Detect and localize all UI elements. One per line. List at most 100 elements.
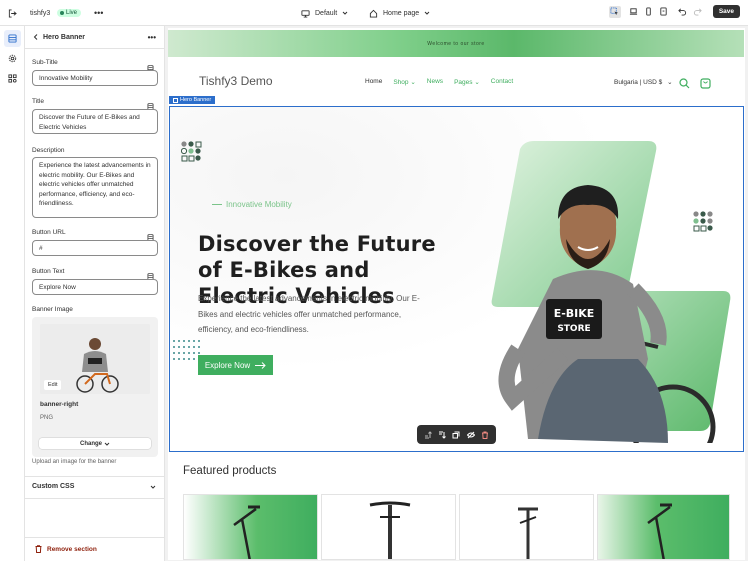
- tablet-icon: [659, 7, 668, 16]
- home-icon: [369, 9, 378, 18]
- nav-pages[interactable]: Pages ⌄: [454, 78, 480, 86]
- mobile-view-button[interactable]: [643, 6, 655, 18]
- sections-icon: [173, 97, 178, 103]
- nav-pages-label: Pages: [454, 79, 473, 86]
- save-button[interactable]: Save: [712, 5, 740, 18]
- hero-subtitle-text: Innovative Mobility: [226, 200, 292, 209]
- left-rail: [0, 26, 25, 561]
- theme-selector[interactable]: Default: [301, 0, 348, 26]
- subtitle-input[interactable]: Innovative Mobility: [32, 70, 158, 86]
- cart-icon[interactable]: [700, 76, 711, 94]
- divider: [25, 476, 165, 477]
- hero-banner-section[interactable]: Innovative Mobility Discover the Future …: [169, 106, 744, 452]
- live-dot: [60, 11, 64, 15]
- nav-news[interactable]: News: [427, 78, 443, 86]
- button-url-input[interactable]: #: [32, 240, 158, 256]
- section-tag[interactable]: Hero Banner: [169, 96, 216, 104]
- nav-home[interactable]: Home: [365, 78, 382, 86]
- custom-css-toggle[interactable]: Custom CSS: [32, 483, 74, 490]
- subtitle-label: Sub-Title: [32, 59, 58, 66]
- panel-more-button[interactable]: •••: [148, 33, 156, 42]
- image-file-name: banner-right: [40, 401, 79, 408]
- currency-label: Bulgaria | USD $: [614, 79, 663, 86]
- undo-button[interactable]: [677, 6, 689, 18]
- undo-icon: [678, 7, 687, 16]
- sections-button[interactable]: [4, 30, 21, 47]
- apps-button[interactable]: [4, 70, 21, 87]
- status-badge: Live: [57, 0, 82, 26]
- preview-canvas: Welcome to our store Tishfy3 Demo Home S…: [168, 28, 745, 560]
- banner-image-picker: Edit banner-right PNG Change: [32, 317, 158, 457]
- move-up-icon[interactable]: [424, 426, 432, 444]
- hero-description: Experience the latest advancements in el…: [198, 294, 420, 334]
- explore-now-button[interactable]: Explore Now: [198, 355, 273, 375]
- button-text-label: Button Text: [32, 268, 65, 275]
- panel-header: Hero Banner •••: [25, 26, 165, 49]
- redo-button[interactable]: [692, 6, 704, 18]
- product-card[interactable]: [183, 494, 318, 560]
- search-icon[interactable]: [679, 76, 690, 94]
- button-url-label: Button URL: [32, 229, 66, 236]
- banner-thumbnail: Edit: [40, 324, 150, 394]
- section-toolbar: [417, 425, 496, 444]
- remove-section-button[interactable]: Remove section: [35, 545, 97, 553]
- laptop-icon: [629, 7, 638, 16]
- shirt-text-2: STORE: [557, 324, 590, 334]
- change-label: Change: [79, 440, 102, 447]
- store-name: tishfy3: [30, 9, 51, 17]
- nav-shop[interactable]: Shop ⌄: [393, 78, 415, 86]
- duplicate-icon[interactable]: [452, 426, 460, 444]
- section-settings-panel: Hero Banner ••• Sub-Title Innovative Mob…: [25, 26, 165, 561]
- theme-settings-button[interactable]: [4, 50, 21, 67]
- top-bar: tishfy3 Live ••• Default Home page Save: [0, 0, 748, 26]
- featured-products-title: Featured products: [183, 465, 277, 477]
- theme-name: Default: [315, 9, 338, 17]
- inspector-icon: [610, 7, 619, 16]
- more-icon: •••: [94, 8, 104, 18]
- banner-image-label: Banner Image: [32, 306, 73, 313]
- product-card[interactable]: [321, 494, 456, 560]
- settings-icon: [8, 54, 17, 63]
- move-down-icon[interactable]: [438, 426, 447, 444]
- description-textarea[interactable]: Experience the latest advancements in el…: [32, 157, 158, 218]
- store-brand[interactable]: Tishfy3 Demo: [199, 74, 273, 88]
- trash-icon[interactable]: [481, 426, 489, 444]
- nav-contact[interactable]: Contact: [491, 78, 513, 86]
- divider: [25, 537, 165, 538]
- product-image: [233, 505, 260, 559]
- edit-image-button[interactable]: Edit: [44, 380, 62, 390]
- product-card[interactable]: [459, 494, 594, 560]
- explore-now-label: Explore Now: [204, 360, 251, 370]
- exit-button[interactable]: [8, 0, 17, 26]
- hero-banner-image: E-BIKE STORE: [491, 141, 731, 443]
- product-image: [647, 503, 672, 559]
- back-button[interactable]: [32, 33, 40, 41]
- page-selector[interactable]: Home page: [369, 0, 430, 26]
- chevron-down-icon: [424, 10, 430, 16]
- exit-icon: [8, 8, 17, 18]
- status-text: Live: [66, 10, 78, 16]
- title-textarea[interactable]: Discover the Future of E-Bikes and Elect…: [32, 109, 158, 134]
- tablet-view-button[interactable]: [658, 6, 670, 18]
- hide-icon[interactable]: [466, 426, 475, 444]
- apps-icon: [8, 74, 17, 83]
- product-image: [369, 501, 411, 559]
- chevron-down-icon[interactable]: [150, 484, 156, 490]
- divider: [25, 498, 165, 499]
- chevron-down-icon: [104, 441, 110, 447]
- image-help-text: Upload an image for the banner: [32, 459, 117, 465]
- mobile-icon: [644, 7, 653, 16]
- remove-section-label: Remove section: [47, 545, 97, 553]
- laptop-view-button[interactable]: [628, 6, 640, 18]
- product-card[interactable]: [597, 494, 730, 560]
- chevron-down-icon: [342, 10, 348, 16]
- button-text-input[interactable]: Explore Now: [32, 279, 158, 295]
- currency-selector[interactable]: Bulgaria | USD $ ⌄: [614, 78, 673, 86]
- page-name: Home page: [383, 9, 420, 17]
- main-nav: Home Shop ⌄ News Pages ⌄ Contact: [365, 78, 513, 86]
- more-button[interactable]: •••: [94, 0, 103, 26]
- subtitle-line: [212, 204, 222, 205]
- section-tag-label: Hero Banner: [180, 97, 212, 103]
- change-image-button[interactable]: Change: [39, 438, 151, 449]
- inspector-button[interactable]: [608, 5, 621, 18]
